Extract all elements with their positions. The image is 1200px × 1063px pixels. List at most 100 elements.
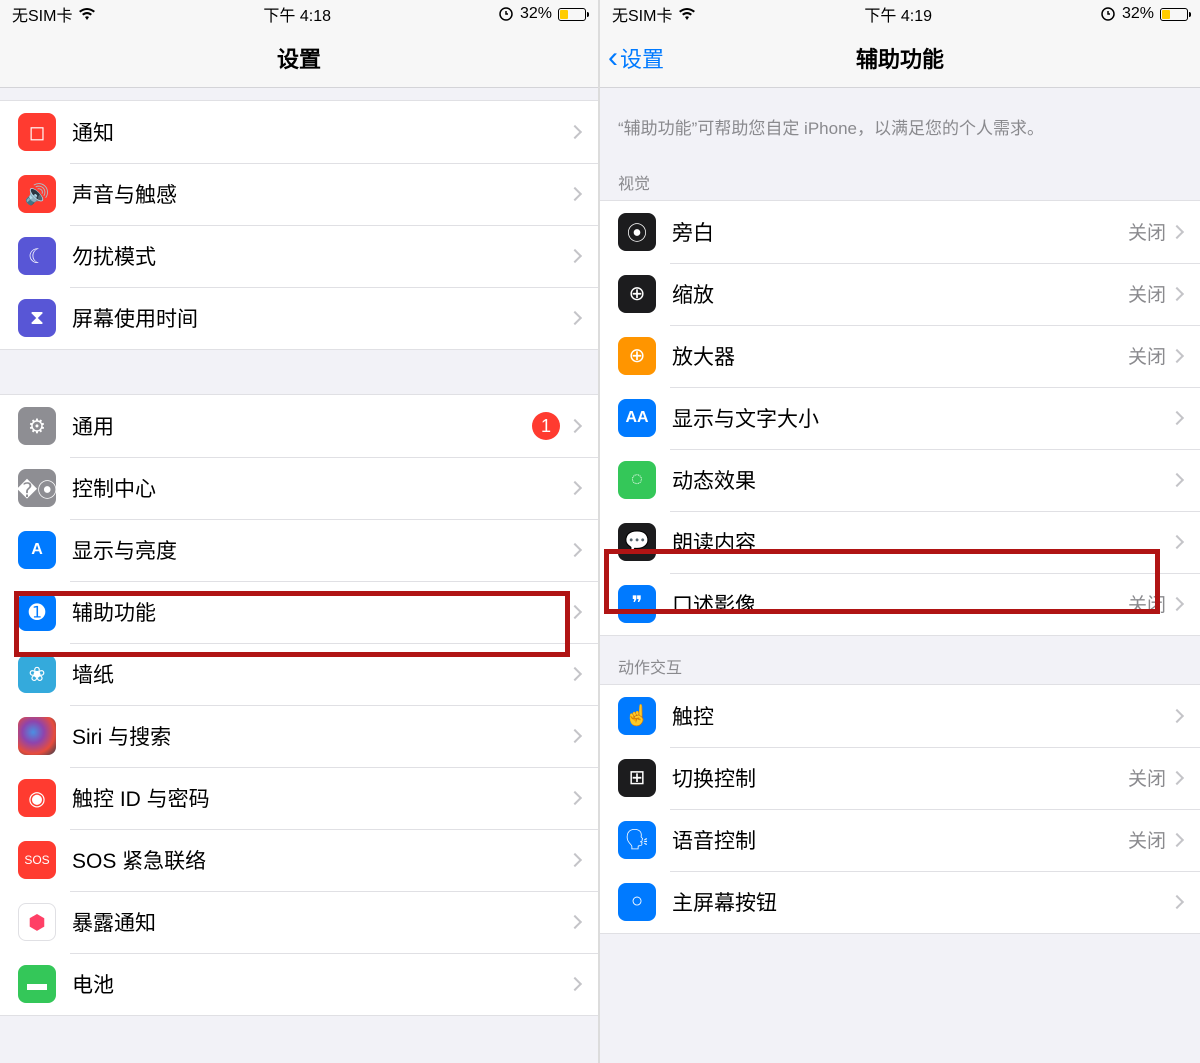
time-text: 下午 4:19 <box>864 2 932 26</box>
settings-group: ◻通知🔊声音与触感☾勿扰模式 ⧗ 屏幕使用时间 <box>0 100 598 350</box>
siri-icon <box>18 717 56 755</box>
chevron-right-icon <box>1170 348 1184 362</box>
chevron-right-icon <box>1170 894 1184 908</box>
row-label: Siri 与搜索 <box>72 721 570 751</box>
touch-icon: ☝ <box>618 697 656 735</box>
chevron-right-icon <box>568 605 582 619</box>
row-label: 辅助功能 <box>72 597 570 627</box>
row-label: 旁白 <box>672 217 1128 247</box>
row-label: 切换控制 <box>672 763 1128 793</box>
display-icon: A <box>18 531 56 569</box>
status-bar: 无SIM卡 下午 4:19 32% <box>600 0 1200 28</box>
row-accessibility[interactable]: ➊ 辅助功能 <box>0 581 598 643</box>
row-motion[interactable]: ◌ 动态效果 <box>600 449 1200 511</box>
wifi-icon <box>678 7 696 21</box>
chevron-right-icon <box>568 311 582 325</box>
row-spoken[interactable]: 💬朗读内容 <box>600 511 1200 573</box>
row-notifications[interactable]: ◻通知 <box>0 101 598 163</box>
row-zoom[interactable]: ⊕缩放关闭 <box>600 263 1200 325</box>
nav-bar: 设置 <box>0 28 598 88</box>
row-audiodesc[interactable]: ❞口述影像关闭 <box>600 573 1200 635</box>
voiceover-icon: ⦿ <box>618 213 656 251</box>
row-label: 显示与文字大小 <box>672 403 1172 433</box>
row-value: 关闭 <box>1128 826 1166 853</box>
row-homebutton[interactable]: ○主屏幕按钮 <box>600 871 1200 933</box>
section-description: “辅助功能”可帮助您自定 iPhone，以满足您的个人需求。 <box>600 88 1200 152</box>
row-label: 动态效果 <box>672 465 1172 495</box>
chevron-right-icon <box>568 667 582 681</box>
row-value: 关闭 <box>1128 280 1166 307</box>
row-label: 通用 <box>72 411 532 441</box>
row-exposure[interactable]: ⬢暴露通知 <box>0 891 598 953</box>
badge: 1 <box>532 412 560 440</box>
nav-bar: ‹ 设置 辅助功能 <box>600 28 1200 88</box>
row-label: 控制中心 <box>72 473 570 503</box>
row-touchid[interactable]: ◉触控 ID 与密码 <box>0 767 598 829</box>
row-battery[interactable]: ▬电池 <box>0 953 598 1015</box>
accessibility-icon: ➊ <box>18 593 56 631</box>
row-control[interactable]: �⦿控制中心 <box>0 457 598 519</box>
section-group: ☝ 触控 ⊞切换控制关闭 🗣 语音控制关闭 ○主屏幕按钮 <box>600 684 1200 934</box>
section-header: 视觉 <box>600 152 1200 200</box>
battery-percent: 32% <box>520 5 552 23</box>
chevron-left-icon: ‹ <box>608 41 618 75</box>
row-label: 屏幕使用时间 <box>72 303 570 333</box>
chevron-right-icon <box>568 915 582 929</box>
voicecontrol-icon: 🗣 <box>618 821 656 859</box>
battery-icon: ▬ <box>18 965 56 1003</box>
row-display[interactable]: A显示与亮度 <box>0 519 598 581</box>
chevron-right-icon <box>568 791 582 805</box>
row-touch[interactable]: ☝ 触控 <box>600 685 1200 747</box>
chevron-right-icon <box>568 419 582 433</box>
page-title: 辅助功能 <box>856 42 944 74</box>
chevron-right-icon <box>1170 472 1184 486</box>
chevron-right-icon <box>568 125 582 139</box>
status-bar: 无SIM卡 下午 4:18 32% <box>0 0 598 28</box>
battery-icon <box>558 8 586 21</box>
row-switch[interactable]: ⊞切换控制关闭 <box>600 747 1200 809</box>
hourglass-icon: ⧗ <box>18 299 56 337</box>
back-button[interactable]: ‹ 设置 <box>608 28 664 87</box>
sos-icon: SOS <box>18 841 56 879</box>
row-magnifier[interactable]: ⊕放大器关闭 <box>600 325 1200 387</box>
carrier-text: 无SIM卡 <box>612 2 672 26</box>
accessibility-screen: 无SIM卡 下午 4:19 32% ‹ 设置 辅助功能 “辅助功能”可帮助您自定… <box>600 0 1200 1063</box>
motion-icon: ◌ <box>618 461 656 499</box>
section-header: 动作交互 <box>600 636 1200 684</box>
row-label: 语音控制 <box>672 825 1128 855</box>
chevron-right-icon <box>568 249 582 263</box>
row-screentime[interactable]: ⧗ 屏幕使用时间 <box>0 287 598 349</box>
row-voiceover[interactable]: ⦿旁白关闭 <box>600 201 1200 263</box>
row-textsize[interactable]: AA显示与文字大小 <box>600 387 1200 449</box>
rotation-lock-icon <box>1100 6 1116 22</box>
row-voicecontrol[interactable]: 🗣 语音控制关闭 <box>600 809 1200 871</box>
battery-icon <box>1160 8 1188 21</box>
wallpaper-icon: ❀ <box>18 655 56 693</box>
settings-group: ⚙ 通用1 �⦿控制中心A显示与亮度 ➊ 辅助功能 ❀ 墙纸 Siri 与搜索 ◉触控 ID 与… <box>0 394 598 1016</box>
back-label: 设置 <box>620 42 664 74</box>
row-sos[interactable]: SOSSOS 紧急联络 <box>0 829 598 891</box>
row-label: 墙纸 <box>72 659 570 689</box>
page-title: 设置 <box>277 42 321 74</box>
time-text: 下午 4:18 <box>263 2 331 26</box>
audiodesc-icon: ❞ <box>618 585 656 623</box>
section-group: ⦿ 旁白关闭⊕缩放关闭⊕放大器关闭AA显示与文字大小 ◌ 动态效果 💬朗读内容❞口述影像… <box>600 200 1200 636</box>
row-general[interactable]: ⚙ 通用1 <box>0 395 598 457</box>
sound-icon: 🔊 <box>18 175 56 213</box>
chevron-right-icon <box>1170 534 1184 548</box>
row-siri[interactable]: Siri 与搜索 <box>0 705 598 767</box>
row-label: 勿扰模式 <box>72 241 570 271</box>
homebutton-icon: ○ <box>618 883 656 921</box>
chevron-right-icon <box>568 187 582 201</box>
chevron-right-icon <box>1170 596 1184 610</box>
gear-icon: ⚙ <box>18 407 56 445</box>
row-wallpaper[interactable]: ❀ 墙纸 <box>0 643 598 705</box>
row-sounds[interactable]: 🔊声音与触感 <box>0 163 598 225</box>
chevron-right-icon <box>568 729 582 743</box>
chevron-right-icon <box>1170 410 1184 424</box>
magnifier-icon: ⊕ <box>618 337 656 375</box>
rotation-lock-icon <box>498 6 514 22</box>
exposure-icon: ⬢ <box>18 903 56 941</box>
row-dnd[interactable]: ☾勿扰模式 <box>0 225 598 287</box>
row-label: 触控 <box>672 701 1172 731</box>
